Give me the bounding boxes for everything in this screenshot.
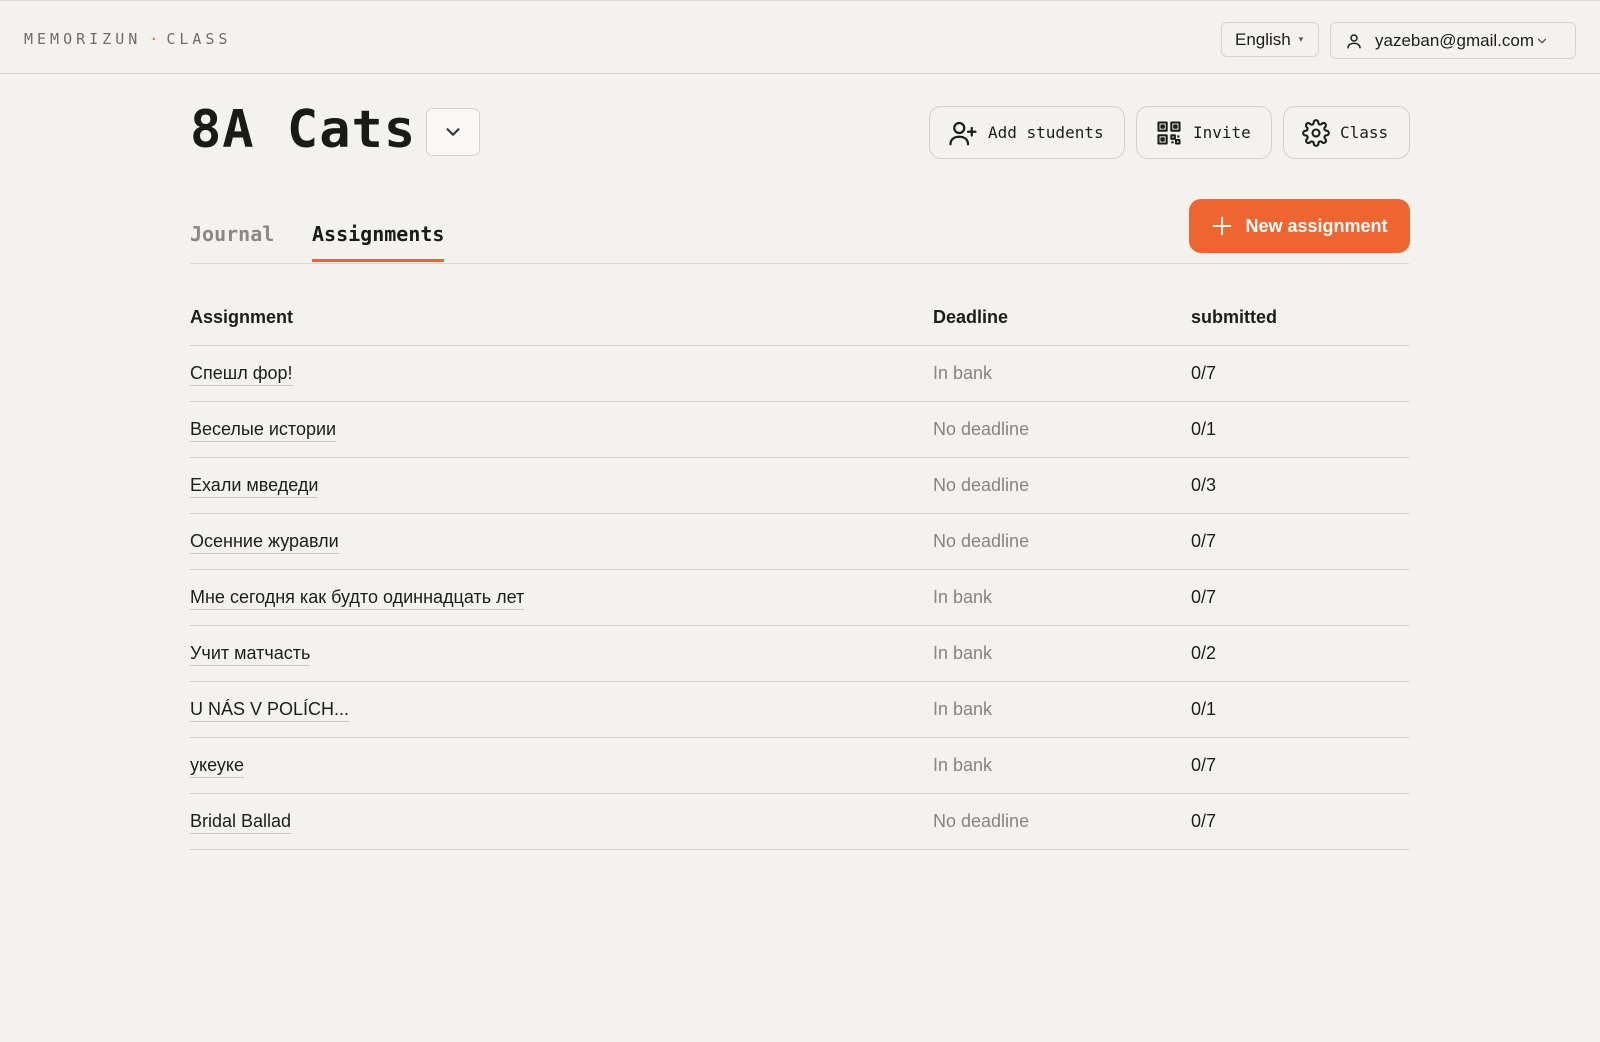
assignment-link[interactable]: U NÁS V POLÍCH... bbox=[190, 699, 350, 722]
add-students-button[interactable]: Add students bbox=[929, 106, 1125, 159]
assignments-table: Assignment Deadline submitted Спешл фор!… bbox=[190, 290, 1409, 850]
user-icon bbox=[1347, 33, 1361, 48]
tab-journal[interactable]: Journal bbox=[190, 222, 274, 259]
tabs-divider bbox=[190, 263, 1409, 264]
app-logo[interactable]: MEMORIZUN · CLASS bbox=[24, 30, 231, 48]
submitted-cell: 0/7 bbox=[1191, 587, 1217, 607]
assignment-link[interactable]: Спешл фор! bbox=[190, 363, 293, 386]
submitted-cell: 0/7 bbox=[1191, 811, 1217, 831]
add-students-label: Add students bbox=[988, 123, 1104, 142]
submitted-cell: 0/1 bbox=[1191, 699, 1217, 719]
class-settings-label: Class bbox=[1340, 123, 1389, 142]
submitted-cell: 0/7 bbox=[1191, 363, 1217, 383]
table-header: Assignment Deadline submitted bbox=[190, 290, 1409, 346]
assignment-link[interactable]: Мне сегодня как будто одиннадцать лет bbox=[190, 587, 525, 610]
submitted-cell: 0/2 bbox=[1191, 643, 1217, 663]
invite-button[interactable]: Invite bbox=[1136, 106, 1272, 159]
assignment-link[interactable]: Ехали мведеди bbox=[190, 475, 319, 498]
user-plus-icon bbox=[949, 121, 977, 145]
logo-dot: · bbox=[149, 30, 159, 48]
class-switcher-button[interactable] bbox=[426, 108, 480, 156]
class-title: 8A Cats bbox=[190, 100, 417, 160]
deadline-cell: In bank bbox=[933, 587, 993, 607]
table-row: Веселые истории No deadline 0/1 bbox=[190, 402, 1409, 458]
user-email: yazeban@gmail.com bbox=[1375, 30, 1534, 50]
assignment-link[interactable]: Осенние журавли bbox=[190, 531, 339, 554]
table-row: U NÁS V POLÍCH... In bank 0/1 bbox=[190, 682, 1409, 738]
deadline-cell: No deadline bbox=[933, 475, 1030, 495]
new-assignment-label: New assignment bbox=[1245, 215, 1388, 236]
caret-down-icon: ▾ bbox=[1298, 34, 1304, 44]
table-row: Спешл фор! In bank 0/7 bbox=[190, 346, 1409, 402]
invite-label: Invite bbox=[1193, 123, 1251, 142]
user-menu-button[interactable]: yazeban@gmail.com bbox=[1330, 22, 1576, 59]
table-row: Учит матчасть In bank 0/2 bbox=[190, 626, 1409, 682]
language-label: English bbox=[1235, 29, 1291, 49]
new-assignment-button[interactable]: New assignment bbox=[1189, 199, 1410, 253]
deadline-cell: In bank bbox=[933, 755, 993, 775]
deadline-cell: In bank bbox=[933, 699, 993, 719]
class-settings-button[interactable]: Class bbox=[1283, 106, 1410, 159]
gear-icon bbox=[1302, 118, 1330, 147]
chevron-down-icon bbox=[446, 128, 460, 136]
assignment-link[interactable]: Веселые истории bbox=[190, 419, 337, 442]
table-row: Ехали мведеди No deadline 0/3 bbox=[190, 458, 1409, 514]
deadline-cell: No deadline bbox=[933, 419, 1030, 439]
deadline-cell: In bank bbox=[933, 363, 993, 383]
top-bar: MEMORIZUN · CLASS English ▾ yazeban@gmai… bbox=[0, 0, 1600, 74]
table-row: Осенние журавли No deadline 0/7 bbox=[190, 514, 1409, 570]
table-row: укеуке In bank 0/7 bbox=[190, 738, 1409, 794]
tab-assignments[interactable]: Assignments bbox=[312, 222, 445, 262]
language-selector[interactable]: English ▾ bbox=[1221, 22, 1319, 57]
assignment-link[interactable]: Bridal Ballad bbox=[190, 811, 292, 834]
submitted-cell: 0/3 bbox=[1191, 475, 1217, 495]
deadline-cell: No deadline bbox=[933, 531, 1030, 551]
deadline-cell: No deadline bbox=[933, 811, 1030, 831]
qr-code-icon bbox=[1157, 120, 1181, 145]
table-row: Мне сегодня как будто одиннадцать лет In… bbox=[190, 570, 1409, 626]
plus-icon bbox=[1213, 216, 1232, 236]
submitted-cell: 0/7 bbox=[1191, 755, 1217, 775]
chevron-down-icon bbox=[1537, 38, 1547, 44]
assignment-link[interactable]: Учит матчасть bbox=[190, 643, 311, 666]
table-row: Bridal Ballad No deadline 0/7 bbox=[190, 794, 1409, 850]
assignment-link[interactable]: укеуке bbox=[190, 755, 244, 778]
header-submitted: submitted bbox=[1191, 307, 1278, 327]
logo-sub: CLASS bbox=[166, 30, 232, 48]
submitted-cell: 0/1 bbox=[1191, 419, 1217, 439]
deadline-cell: In bank bbox=[933, 643, 993, 663]
header-assignment: Assignment bbox=[190, 307, 294, 327]
submitted-cell: 0/7 bbox=[1191, 531, 1217, 551]
logo-main: MEMORIZUN bbox=[24, 30, 142, 48]
header-deadline: Deadline bbox=[933, 307, 1009, 327]
